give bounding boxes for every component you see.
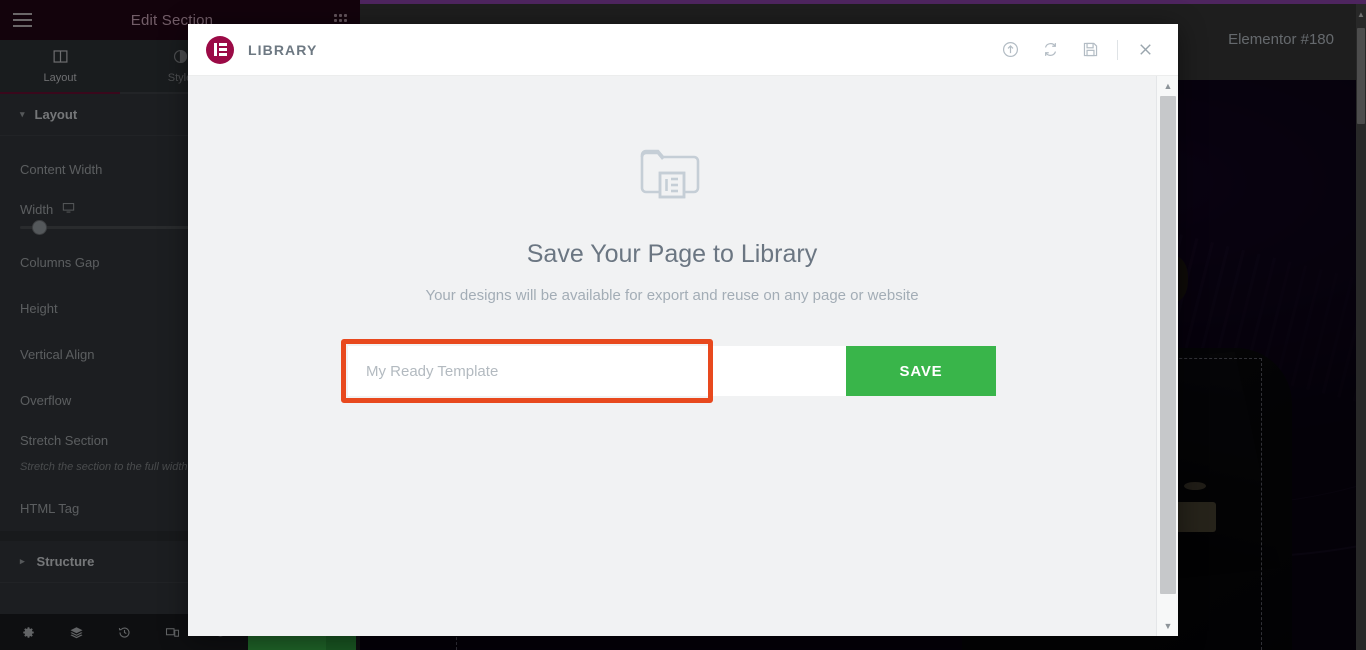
form-spacer [706, 346, 846, 396]
save-template-form: SAVE [341, 339, 996, 403]
app-root: Elementor #180 ▲ Edit Section Layout Sty… [0, 0, 1366, 650]
modal-body: Save Your Page to Library Your designs w… [188, 76, 1178, 636]
save-subheading: Your designs will be available for expor… [425, 287, 919, 304]
modal-scrollbar[interactable]: ▲ ▼ [1156, 76, 1178, 636]
template-name-input[interactable] [348, 346, 706, 396]
library-modal: LIBRARY Save Your Page to Library Your d… [188, 24, 1178, 636]
save-floppy-icon[interactable] [1073, 33, 1107, 67]
elementor-logo-icon [206, 35, 234, 64]
modal-header-actions [993, 33, 1162, 67]
sync-refresh-icon[interactable] [1033, 33, 1067, 67]
modal-title: LIBRARY [248, 41, 318, 58]
save-heading: Save Your Page to Library [526, 240, 818, 268]
template-name-field-wrap [341, 339, 713, 403]
modal-scrollbar-thumb[interactable] [1160, 96, 1176, 594]
header-divider [1117, 39, 1118, 60]
import-upload-icon[interactable] [993, 33, 1027, 67]
modal-scroll-up-arrow-icon[interactable]: ▲ [1157, 78, 1178, 94]
folder-template-icon [634, 133, 710, 214]
close-x-icon[interactable] [1128, 33, 1162, 67]
modal-header: LIBRARY [188, 24, 1178, 76]
save-template-panel: Save Your Page to Library Your designs w… [188, 76, 1156, 636]
save-button[interactable]: SAVE [846, 346, 996, 396]
modal-scroll-down-arrow-icon[interactable]: ▼ [1157, 618, 1178, 634]
